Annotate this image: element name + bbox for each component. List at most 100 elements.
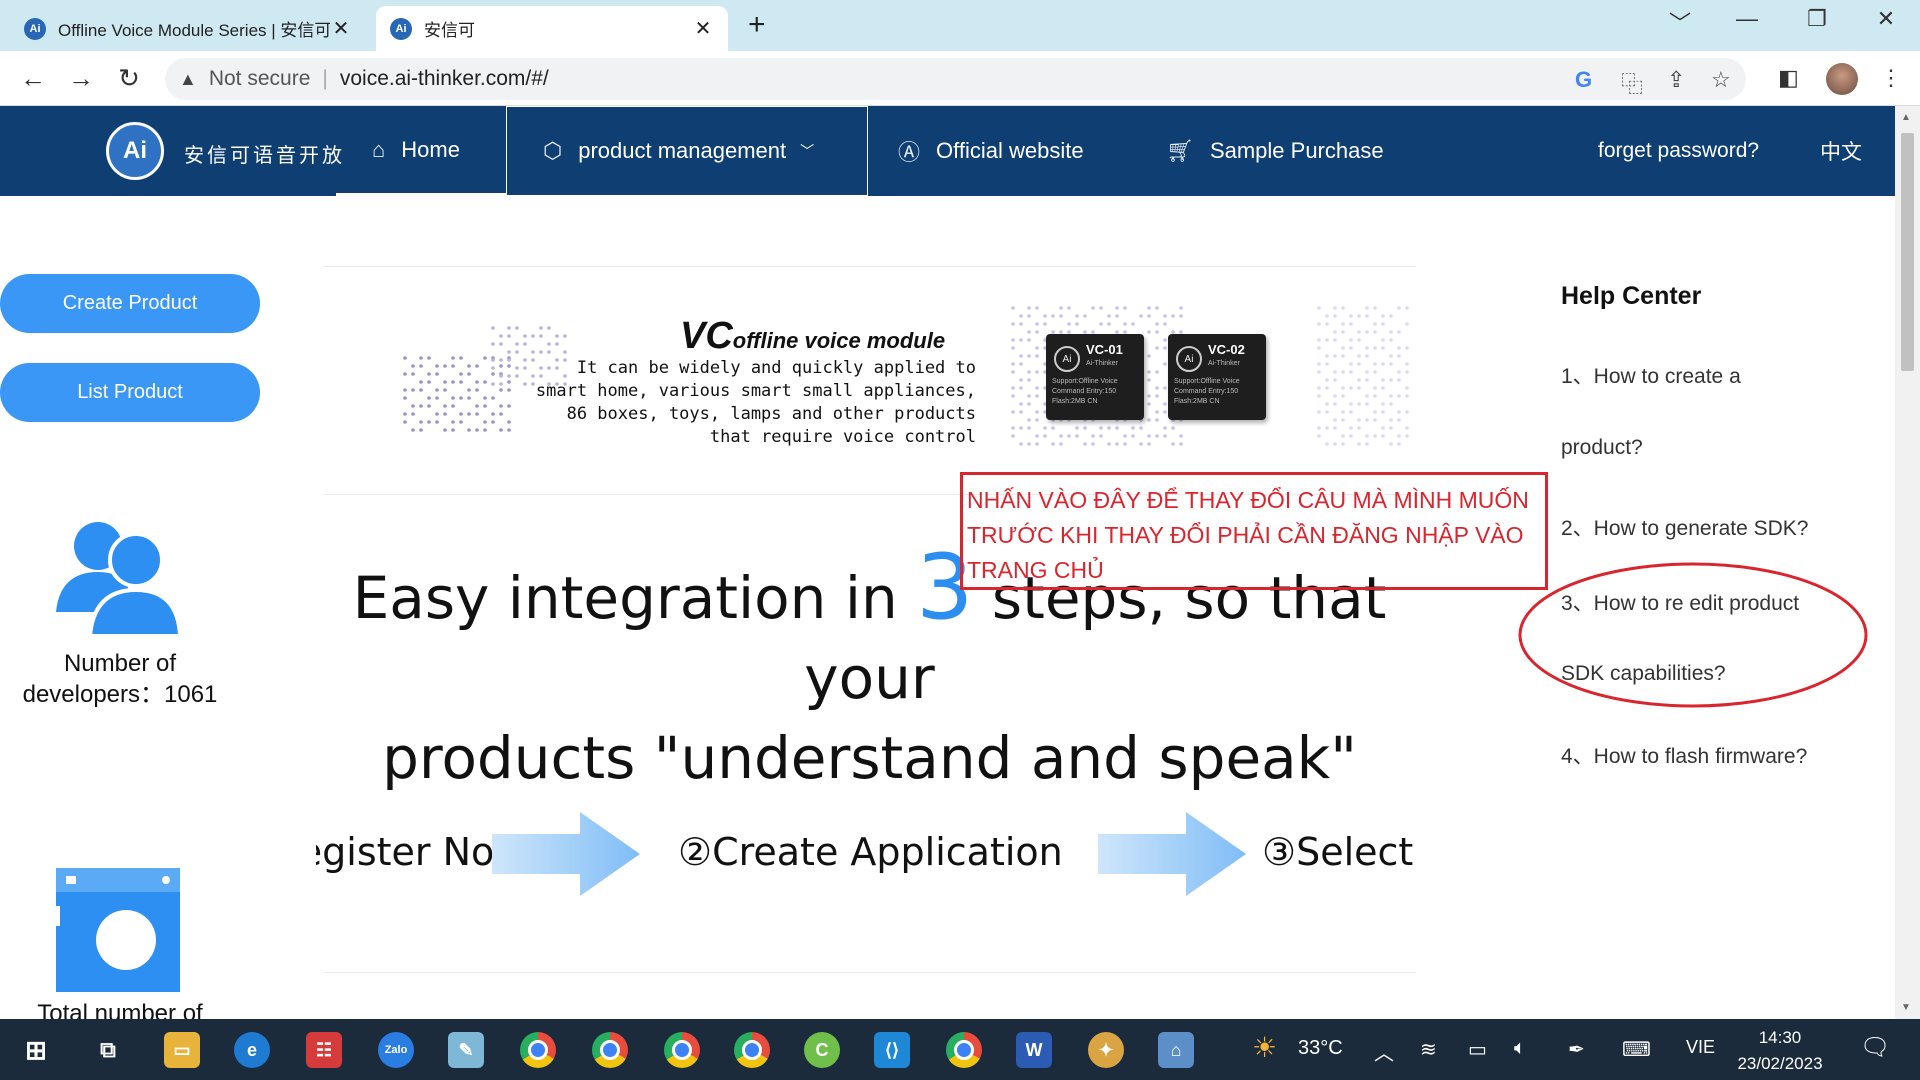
banner-dot xyxy=(1349,338,1353,342)
step-select-sdk[interactable]: ③Select SDK xyxy=(1262,830,1424,874)
zalo-icon[interactable]: Zalo xyxy=(378,1032,414,1068)
scroll-down-arrow-icon[interactable]: ▼ xyxy=(1901,1002,1911,1013)
side-panel-icon[interactable]: ◧ xyxy=(1778,65,1799,91)
banner-dot xyxy=(1035,346,1039,350)
nav-official-website[interactable]: Ⓐ Official website xyxy=(898,106,1084,196)
help-item-generate-sdk[interactable]: 2、How to generate SDK? xyxy=(1561,512,1808,542)
ai-thinker-favicon-icon: Ai xyxy=(24,17,46,40)
page-scrollbar[interactable]: ▲ ▼ xyxy=(1895,106,1920,1019)
language-switch[interactable]: 中文 xyxy=(1820,106,1862,196)
minimize-icon[interactable]: — xyxy=(1727,6,1767,32)
chip-spec: Support:Offline Voice Command Entry:150 … xyxy=(1174,378,1240,405)
file-explorer-icon[interactable]: ▭ xyxy=(164,1032,200,1068)
translate-icon[interactable]: ⿻ xyxy=(1621,67,1643,99)
close-icon[interactable]: ✕ xyxy=(330,16,352,41)
bookmark-star-icon[interactable]: ☆ xyxy=(1711,67,1731,93)
nav-sample-purchase[interactable]: 🛒︎ Sample Purchase xyxy=(1166,106,1384,196)
steps-carousel[interactable]: ①Register Now ②Create Application ③Selec… xyxy=(316,800,1424,910)
banner-title: VCoffline voice module xyxy=(680,315,945,358)
banner-dot xyxy=(1325,338,1329,342)
banner-dot xyxy=(1155,418,1159,422)
new-tab-button[interactable]: + xyxy=(748,8,766,42)
banner-dot xyxy=(1389,418,1393,422)
banner-dot xyxy=(1163,338,1167,342)
tab-search-icon[interactable]: ﹀ xyxy=(1660,6,1700,38)
banner-dot xyxy=(1349,386,1353,390)
browser-tab-anxinke[interactable]: Ai 安信可 ✕ xyxy=(376,6,728,51)
show-hidden-icons-icon[interactable]: ︿ xyxy=(1374,1037,1394,1066)
banner-dot xyxy=(1341,442,1345,446)
url-text[interactable]: voice.ai-thinker.com/#/ xyxy=(340,67,549,91)
battery-icon[interactable]: ▭ xyxy=(1468,1037,1487,1062)
banner-dot xyxy=(1011,346,1015,350)
reload-icon[interactable]: ↻ xyxy=(112,63,146,94)
vscode-icon[interactable]: ⟨⟩ xyxy=(874,1032,910,1068)
chrome-icon[interactable] xyxy=(734,1032,770,1068)
home-icon: ⌂ xyxy=(372,136,386,162)
nav-home[interactable]: ⌂ Home xyxy=(336,106,506,196)
back-arrow-icon[interactable]: ← xyxy=(16,63,50,94)
menu-kebab-icon[interactable]: ⋮ xyxy=(1880,65,1902,91)
nav-product-management[interactable]: ⬡ product management ﹀ xyxy=(506,106,868,196)
app-icon[interactable]: ☷ xyxy=(306,1032,342,1068)
divider xyxy=(323,972,1416,973)
google-lens-icon[interactable]: G xyxy=(1575,67,1592,93)
banner-dot xyxy=(1389,330,1393,334)
chrome-icon[interactable] xyxy=(520,1032,556,1068)
banner-dot xyxy=(1317,362,1321,366)
volume-icon[interactable]: 🔈︎ xyxy=(1514,1037,1526,1060)
app-green-icon[interactable]: C xyxy=(804,1032,840,1068)
window-close-icon[interactable]: ✕ xyxy=(1866,6,1906,32)
help-item-create-product[interactable]: 1、How to create a xyxy=(1561,360,1741,390)
share-icon[interactable]: ⇪ xyxy=(1667,67,1685,93)
word-icon[interactable]: W xyxy=(1016,1032,1052,1068)
weather-temp[interactable]: 33°C xyxy=(1298,1037,1343,1060)
chrome-icon[interactable] xyxy=(946,1032,982,1068)
paint-icon[interactable]: ✦ xyxy=(1088,1032,1124,1068)
banner-dot xyxy=(1147,370,1151,374)
edge-icon[interactable]: e xyxy=(234,1032,270,1068)
browser-tab-offline-voice[interactable]: Ai Offline Voice Module Series | 安信可 ✕ xyxy=(10,6,366,51)
clock[interactable]: 14:30 23/02/2023 xyxy=(1720,1025,1840,1077)
banner-dot xyxy=(483,428,487,432)
notification-icon[interactable]: 🗨︎ xyxy=(1860,1033,1890,1062)
banner-dot xyxy=(1373,386,1377,390)
list-product-button[interactable]: List Product xyxy=(0,363,260,422)
banner-dot xyxy=(1373,394,1377,398)
headline-line2: products "understand and speak" xyxy=(382,724,1357,792)
step-create-application[interactable]: ②Create Application xyxy=(678,830,1063,874)
windows-start-icon[interactable]: ⊞ xyxy=(18,1032,54,1068)
banner-dot xyxy=(1027,306,1031,310)
close-icon[interactable]: ✕ xyxy=(692,16,714,41)
banner-dot xyxy=(539,350,543,354)
restore-icon[interactable]: ❐ xyxy=(1797,6,1837,32)
input-language[interactable]: VIE xyxy=(1686,1037,1715,1058)
task-view-icon[interactable]: ⧉ xyxy=(90,1032,126,1068)
wifi-icon[interactable]: ≋ xyxy=(1420,1037,1437,1062)
banner-dot xyxy=(491,396,495,400)
separator: | xyxy=(322,67,328,90)
scroll-up-arrow-icon[interactable]: ▲ xyxy=(1901,112,1911,123)
banner-dot xyxy=(419,356,423,360)
banner-dot xyxy=(435,420,439,424)
help-item-flash-firmware[interactable]: 4、How to flash firmware? xyxy=(1561,740,1807,770)
scroll-thumb[interactable] xyxy=(1901,133,1914,371)
banner-dot xyxy=(1341,330,1345,334)
address-bar[interactable]: ▲ Not secure | voice.ai-thinker.com/#/ G… xyxy=(165,58,1746,100)
ai-thinker-logo[interactable]: Ai xyxy=(106,122,164,180)
pen-icon[interactable]: ✒ xyxy=(1568,1037,1585,1062)
weather-icon[interactable]: ☀ xyxy=(1252,1031,1277,1064)
forget-password-link[interactable]: forget password? xyxy=(1598,106,1759,196)
help-item-create-product-cont[interactable]: product? xyxy=(1561,436,1643,460)
banner-dot xyxy=(419,364,423,368)
chrome-icon[interactable] xyxy=(664,1032,700,1068)
chrome-icon[interactable] xyxy=(592,1032,628,1068)
notes-icon[interactable]: ✎ xyxy=(448,1032,484,1068)
banner-dot xyxy=(1011,426,1015,430)
forward-arrow-icon[interactable]: → xyxy=(64,63,98,94)
create-product-button[interactable]: Create Product xyxy=(0,274,260,333)
banner-dot xyxy=(1381,338,1385,342)
app-blue-icon[interactable]: ⌂ xyxy=(1158,1032,1194,1068)
profile-avatar[interactable] xyxy=(1826,63,1858,95)
keyboard-icon[interactable]: ⌨ xyxy=(1622,1037,1651,1062)
